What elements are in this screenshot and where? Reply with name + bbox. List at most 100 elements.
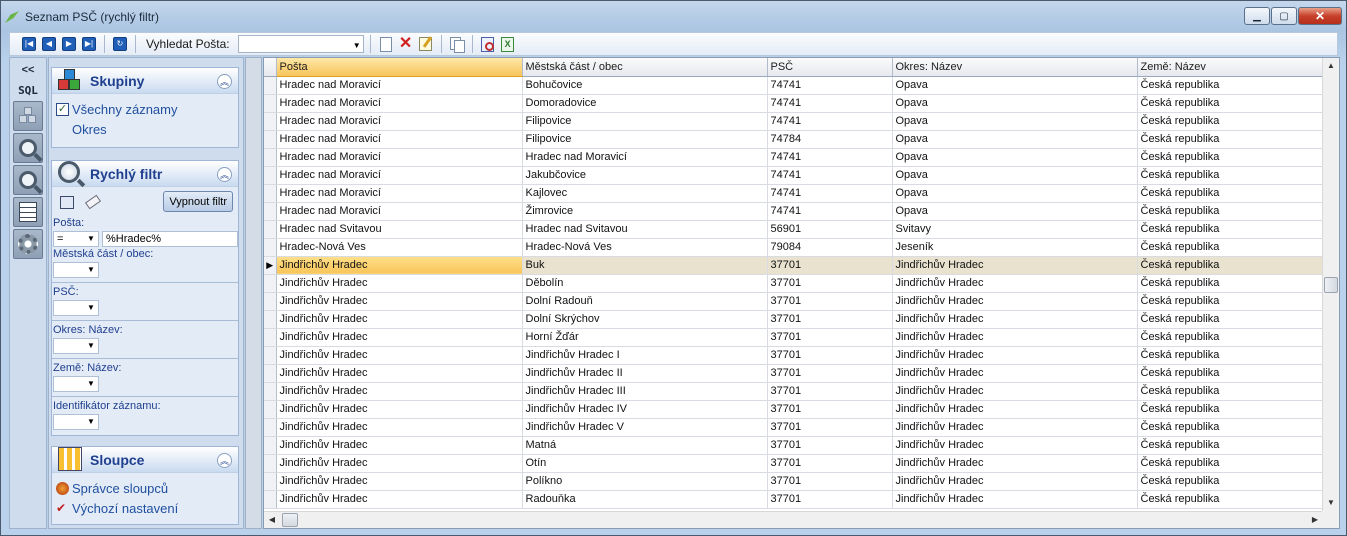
cell-post[interactable]: Hradec nad Moravicí — [276, 130, 523, 149]
cell-post[interactable]: Jindřichův Hradec — [276, 472, 523, 491]
horizontal-scroll-thumb[interactable] — [282, 513, 298, 527]
cell-post[interactable]: Hradec nad Moravicí — [276, 94, 523, 113]
export-excel-button[interactable]: X — [499, 35, 517, 53]
cell-district[interactable]: Opava — [892, 202, 1138, 221]
column-header-zip[interactable]: PSČ — [767, 58, 893, 77]
cell-zip[interactable]: 37701 — [767, 328, 893, 347]
cell-zip[interactable]: 37701 — [767, 310, 893, 329]
cell-post[interactable]: Jindřichův Hradec — [276, 328, 523, 347]
row-indicator[interactable] — [264, 274, 277, 293]
filter-operator-post[interactable]: = ▼ — [53, 231, 99, 247]
row-indicator[interactable] — [264, 418, 277, 437]
cell-post[interactable]: Hradec-Nová Ves — [276, 238, 523, 257]
cell-zip[interactable]: 37701 — [767, 274, 893, 293]
cell-district[interactable]: Jindřichův Hradec — [892, 310, 1138, 329]
filter-operator-record-id[interactable]: ▼ — [53, 414, 99, 430]
cell-district[interactable]: Jindřichův Hradec — [892, 490, 1138, 509]
refresh-button[interactable]: ↻ — [111, 35, 129, 53]
table-row[interactable]: Hradec nad Moravicí Žimrovice 74741 Opava Če… — [264, 202, 1324, 221]
cell-zip[interactable]: 74741 — [767, 112, 893, 131]
cell-municipality[interactable]: Jakubčovice — [522, 166, 768, 185]
last-record-button[interactable]: ▶| — [80, 35, 98, 53]
cell-municipality[interactable]: Bohučovice — [522, 76, 768, 95]
disable-filter-button[interactable]: Vypnout filtr — [163, 191, 233, 212]
minimize-button[interactable]: ▁ — [1244, 7, 1270, 25]
chevron-up-icon[interactable]: ︽ — [217, 453, 232, 468]
cell-district[interactable]: Jindřichův Hradec — [892, 418, 1138, 437]
cell-post[interactable]: Jindřichův Hradec — [276, 454, 523, 473]
cell-zip[interactable]: 74741 — [767, 94, 893, 113]
table-row[interactable]: Jindřichův Hradec Jindřichův Hradec I 3770… — [264, 346, 1324, 365]
filter-value-post[interactable]: %Hradec% — [102, 231, 238, 247]
cell-municipality[interactable]: Buk — [522, 256, 768, 275]
filter-operator-district[interactable]: ▼ — [53, 338, 99, 354]
chevron-down-icon[interactable]: ▼ — [85, 232, 97, 246]
cell-zip[interactable]: 74741 — [767, 184, 893, 203]
cell-zip[interactable]: 74741 — [767, 148, 893, 167]
column-header-country[interactable]: Země: Název — [1137, 58, 1324, 77]
cell-post[interactable]: Jindřichův Hradec — [276, 436, 523, 455]
cell-post[interactable]: Jindřichův Hradec — [276, 256, 523, 275]
cell-municipality[interactable]: Žimrovice — [522, 202, 768, 221]
cell-post[interactable]: Hradec nad Moravicí — [276, 76, 523, 95]
cell-country[interactable]: Česká republika — [1137, 256, 1324, 275]
row-indicator[interactable] — [264, 184, 277, 203]
cell-country[interactable]: Česká republika — [1137, 292, 1324, 311]
cell-municipality[interactable]: Horní Žďár — [522, 328, 768, 347]
filter-operator-municipality[interactable]: ▼ — [53, 262, 99, 278]
calculator-nav-button[interactable] — [13, 197, 43, 227]
cell-country[interactable]: Česká republika — [1137, 364, 1324, 383]
scroll-left-icon[interactable]: ◀ — [264, 512, 280, 528]
cell-zip[interactable]: 74741 — [767, 76, 893, 95]
cell-country[interactable]: Česká republika — [1137, 76, 1324, 95]
eraser-icon[interactable] — [84, 194, 102, 210]
cell-district[interactable]: Opava — [892, 184, 1138, 203]
collapse-panel-button[interactable]: << — [13, 61, 43, 79]
cell-municipality[interactable]: Matná — [522, 436, 768, 455]
row-indicator[interactable] — [264, 364, 277, 383]
table-row[interactable]: Jindřichův Hradec Horní Žďár 37701 Jindřich… — [264, 328, 1324, 347]
delete-record-button[interactable]: ✕ — [397, 35, 415, 53]
first-record-button[interactable]: |◀ — [20, 35, 38, 53]
cell-country[interactable]: Česká republika — [1137, 166, 1324, 185]
table-row[interactable]: Jindřichův Hradec Děbolín 37701 Jindřichův … — [264, 274, 1324, 293]
cell-zip[interactable]: 37701 — [767, 490, 893, 509]
row-indicator[interactable] — [264, 346, 277, 365]
cell-post[interactable]: Hradec nad Moravicí — [276, 112, 523, 131]
cell-zip[interactable]: 74741 — [767, 202, 893, 221]
maximize-button[interactable]: ▢ — [1271, 7, 1297, 25]
cell-district[interactable]: Jindřichův Hradec — [892, 328, 1138, 347]
cell-district[interactable]: Jindřichův Hradec — [892, 382, 1138, 401]
cell-post[interactable]: Jindřichův Hradec — [276, 418, 523, 437]
cell-post[interactable]: Jindřichův Hradec — [276, 346, 523, 365]
filter-operator-country[interactable]: ▼ — [53, 376, 99, 392]
cell-district[interactable]: Jeseník — [892, 238, 1138, 257]
row-indicator[interactable] — [264, 220, 277, 239]
copy-record-button[interactable] — [448, 35, 466, 53]
row-indicator[interactable] — [264, 130, 277, 149]
column-manager-link[interactable]: Správce sloupců — [52, 479, 238, 499]
table-row[interactable]: Hradec nad Moravicí Domoradovice 74741 Opav… — [264, 94, 1324, 113]
cell-zip[interactable]: 37701 — [767, 346, 893, 365]
table-row[interactable]: Jindřichův Hradec Jindřichův Hradec III 37… — [264, 382, 1324, 401]
chevron-up-icon[interactable]: ︽ — [217, 74, 232, 89]
row-indicator[interactable] — [264, 94, 277, 113]
table-row[interactable]: Jindřichův Hradec Dolní Skrýchov 37701 Jind… — [264, 310, 1324, 329]
cell-municipality[interactable]: Políkno — [522, 472, 768, 491]
cell-district[interactable]: Opava — [892, 76, 1138, 95]
apply-filter-icon[interactable] — [60, 195, 74, 209]
row-indicator[interactable] — [264, 148, 277, 167]
table-row[interactable]: Jindřichův Hradec Jindřichův Hradec IV 377… — [264, 400, 1324, 419]
cell-zip[interactable]: 37701 — [767, 454, 893, 473]
cell-country[interactable]: Česká republika — [1137, 454, 1324, 473]
chevron-down-icon[interactable]: ▼ — [85, 263, 97, 277]
column-header-municipality[interactable]: Městská část / obec — [522, 58, 768, 77]
cell-zip[interactable]: 56901 — [767, 220, 893, 239]
row-indicator[interactable] — [264, 382, 277, 401]
horizontal-scrollbar[interactable]: ◀ ▶ — [264, 511, 1323, 528]
row-indicator[interactable] — [264, 328, 277, 347]
table-row[interactable]: Hradec-Nová Ves Hradec-Nová Ves 79084 Jesen… — [264, 238, 1324, 257]
table-row[interactable]: Jindřichův Hradec Jindřichův Hradec V 3770… — [264, 418, 1324, 437]
group-district[interactable]: Okres — [52, 120, 238, 140]
cell-district[interactable]: Jindřichův Hradec — [892, 346, 1138, 365]
